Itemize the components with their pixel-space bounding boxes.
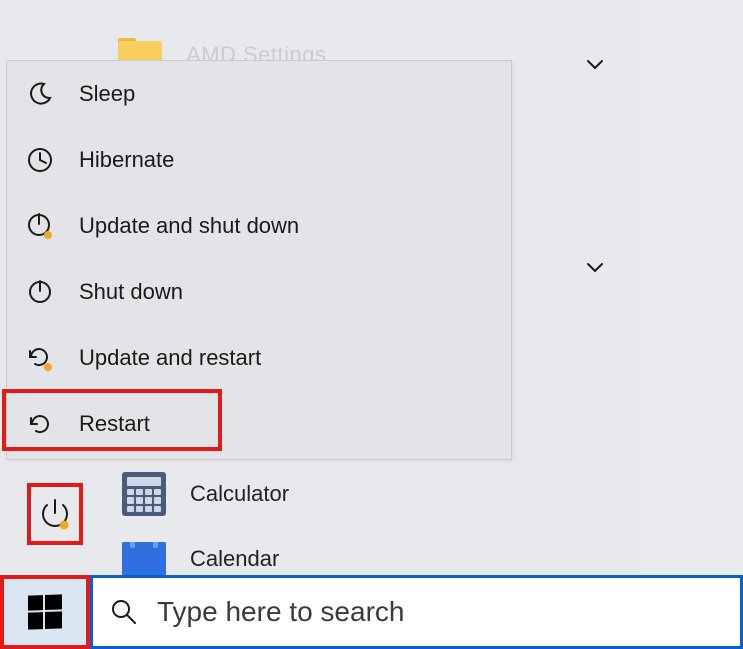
power-menu-item-update-restart[interactable]: Update and restart (7, 325, 511, 391)
restart-icon (25, 410, 55, 438)
start-button[interactable] (0, 575, 90, 649)
power-menu-item-shutdown[interactable]: Shut down (7, 259, 511, 325)
power-update-icon (38, 497, 72, 531)
taskbar-search-box[interactable]: Type here to search (90, 575, 743, 649)
calculator-icon (122, 472, 166, 516)
clock-icon (25, 146, 55, 174)
power-icon (25, 278, 55, 306)
calendar-icon (122, 542, 166, 576)
power-menu-label: Restart (79, 411, 150, 437)
windows-logo-icon (28, 594, 62, 629)
power-menu-label: Update and restart (79, 345, 261, 371)
power-menu-label: Hibernate (79, 147, 174, 173)
start-rail-power-button[interactable] (30, 486, 80, 542)
power-menu-item-update-shutdown[interactable]: Update and shut down (7, 193, 511, 259)
power-menu-label: Shut down (79, 279, 183, 305)
search-icon (109, 597, 139, 627)
power-update-icon (25, 211, 55, 241)
power-options-menu: Sleep Hibernate Update and shut down Shu… (6, 60, 512, 460)
restart-update-icon (25, 343, 55, 373)
power-menu-label: Update and shut down (79, 213, 299, 239)
power-menu-item-restart[interactable]: Restart (7, 391, 511, 457)
app-label: Calendar (190, 546, 279, 572)
app-label: Calculator (190, 481, 289, 507)
chevron-down-icon[interactable] (585, 55, 605, 75)
start-menu-app-calendar[interactable]: Calendar (122, 542, 279, 576)
power-menu-item-hibernate[interactable]: Hibernate (7, 127, 511, 193)
power-menu-label: Sleep (79, 81, 135, 107)
chevron-down-icon[interactable] (585, 258, 605, 278)
moon-icon (25, 80, 55, 108)
power-menu-item-sleep[interactable]: Sleep (7, 61, 511, 127)
start-menu-app-calculator[interactable]: Calculator (122, 472, 289, 516)
search-placeholder: Type here to search (157, 596, 404, 628)
start-menu-background-right (640, 0, 743, 575)
taskbar: Type here to search (0, 575, 743, 649)
